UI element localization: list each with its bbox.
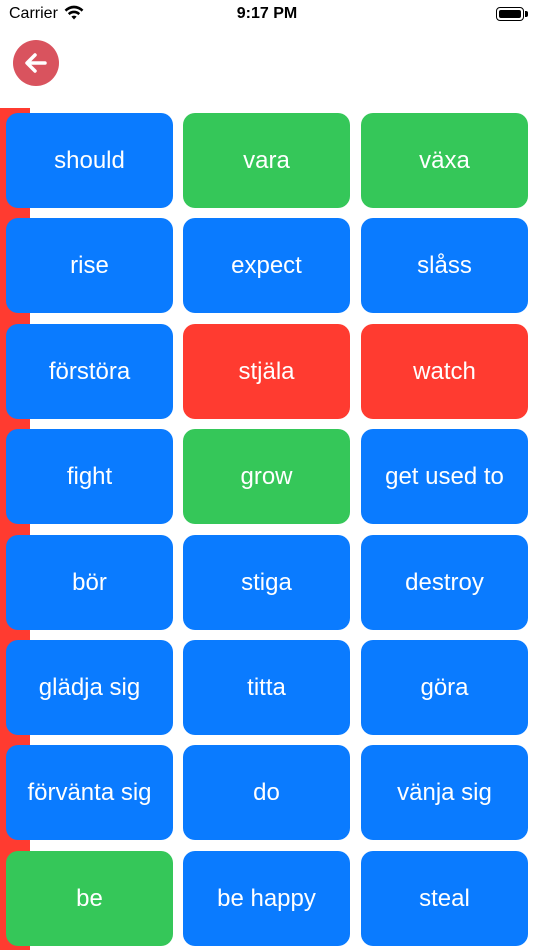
word-tile[interactable]: vänja sig (361, 745, 528, 840)
word-tile[interactable]: förvänta sig (6, 745, 173, 840)
word-tile[interactable]: should (6, 113, 173, 208)
word-tile[interactable]: växa (361, 113, 528, 208)
word-tile[interactable]: destroy (361, 535, 528, 630)
word-tile[interactable]: glädja sig (6, 640, 173, 735)
battery-icon (496, 7, 528, 21)
word-tile[interactable]: fight (6, 429, 173, 524)
word-tile[interactable]: be (6, 851, 173, 946)
word-tile[interactable]: rise (6, 218, 173, 313)
word-tile[interactable]: stjäla (183, 324, 350, 419)
word-tile[interactable]: vara (183, 113, 350, 208)
word-tile[interactable]: be happy (183, 851, 350, 946)
word-tile[interactable]: titta (183, 640, 350, 735)
back-button[interactable] (13, 40, 59, 86)
arrow-left-icon (25, 53, 47, 73)
word-tile[interactable]: watch (361, 324, 528, 419)
word-tile[interactable]: slåss (361, 218, 528, 313)
word-tile[interactable]: get used to (361, 429, 528, 524)
word-tile[interactable]: stiga (183, 535, 350, 630)
clock-time: 9:17 PM (236, 5, 298, 22)
word-tile[interactable]: do (183, 745, 350, 840)
word-tile[interactable]: expect (183, 218, 350, 313)
word-tile[interactable]: steal (361, 851, 528, 946)
status-bar: Carrier 9:17 PM (0, 0, 534, 30)
word-tile[interactable]: göra (361, 640, 528, 735)
word-tile[interactable]: bör (6, 535, 173, 630)
word-tile[interactable]: grow (183, 429, 350, 524)
word-tile[interactable]: förstöra (6, 324, 173, 419)
